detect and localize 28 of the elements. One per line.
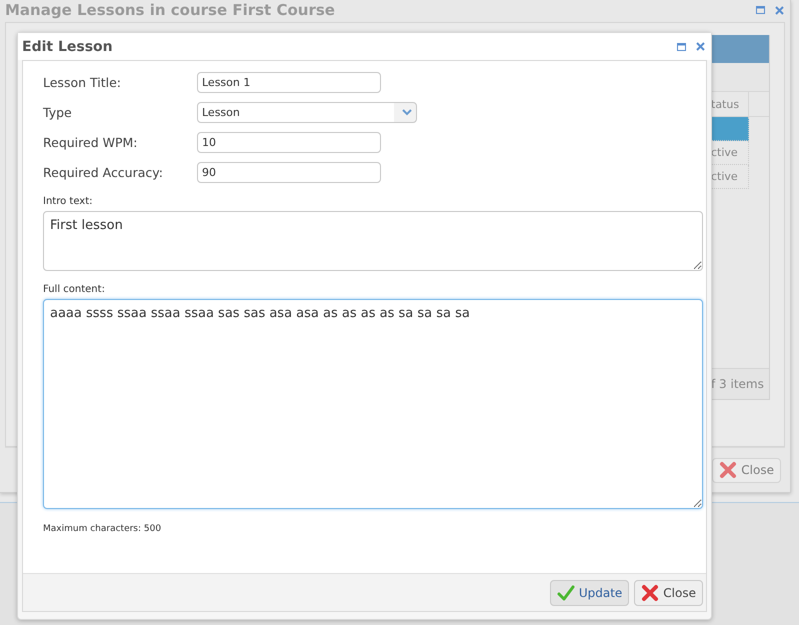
type-dropdown[interactable]: Lesson <box>197 102 417 123</box>
window-title: Manage Lessons in course First Course <box>5 1 335 19</box>
close-icon[interactable] <box>696 42 705 51</box>
pager-text: f 3 items <box>711 368 769 399</box>
field-label: Required Accuracy: <box>43 165 163 180</box>
chevron-down-icon <box>402 109 412 116</box>
table-cell[interactable] <box>711 117 749 141</box>
field-label: Intro text: <box>43 196 94 207</box>
input-field[interactable]: Lesson 1 <box>197 72 381 93</box>
x-icon <box>641 584 660 602</box>
field-label: Type <box>43 105 72 120</box>
dialog-title: Edit Lesson <box>22 38 113 54</box>
input-field[interactable]: 90 <box>197 162 381 183</box>
hint-text: Maximum characters: 500 <box>43 524 162 534</box>
text-area[interactable]: aaaa ssss ssaa ssaa ssaa sas sas asa asa as as as as sa sa sa sa <box>43 299 703 509</box>
x-icon <box>719 461 738 479</box>
maximize-icon[interactable] <box>756 6 765 14</box>
input-field[interactable]: 10 <box>197 132 381 153</box>
update-button[interactable]: Update <box>550 580 630 606</box>
field-label: Full content: <box>43 284 106 295</box>
text-area[interactable]: First lesson <box>43 211 703 271</box>
field-label: Lesson Title: <box>43 75 122 90</box>
field-label: Required WPM: <box>43 135 138 150</box>
close-button[interactable]: Close <box>634 580 703 606</box>
grid-header-bar <box>711 35 769 63</box>
maximize-icon[interactable] <box>677 42 686 50</box>
checkmark-icon <box>556 584 575 600</box>
close-icon[interactable] <box>775 6 784 14</box>
